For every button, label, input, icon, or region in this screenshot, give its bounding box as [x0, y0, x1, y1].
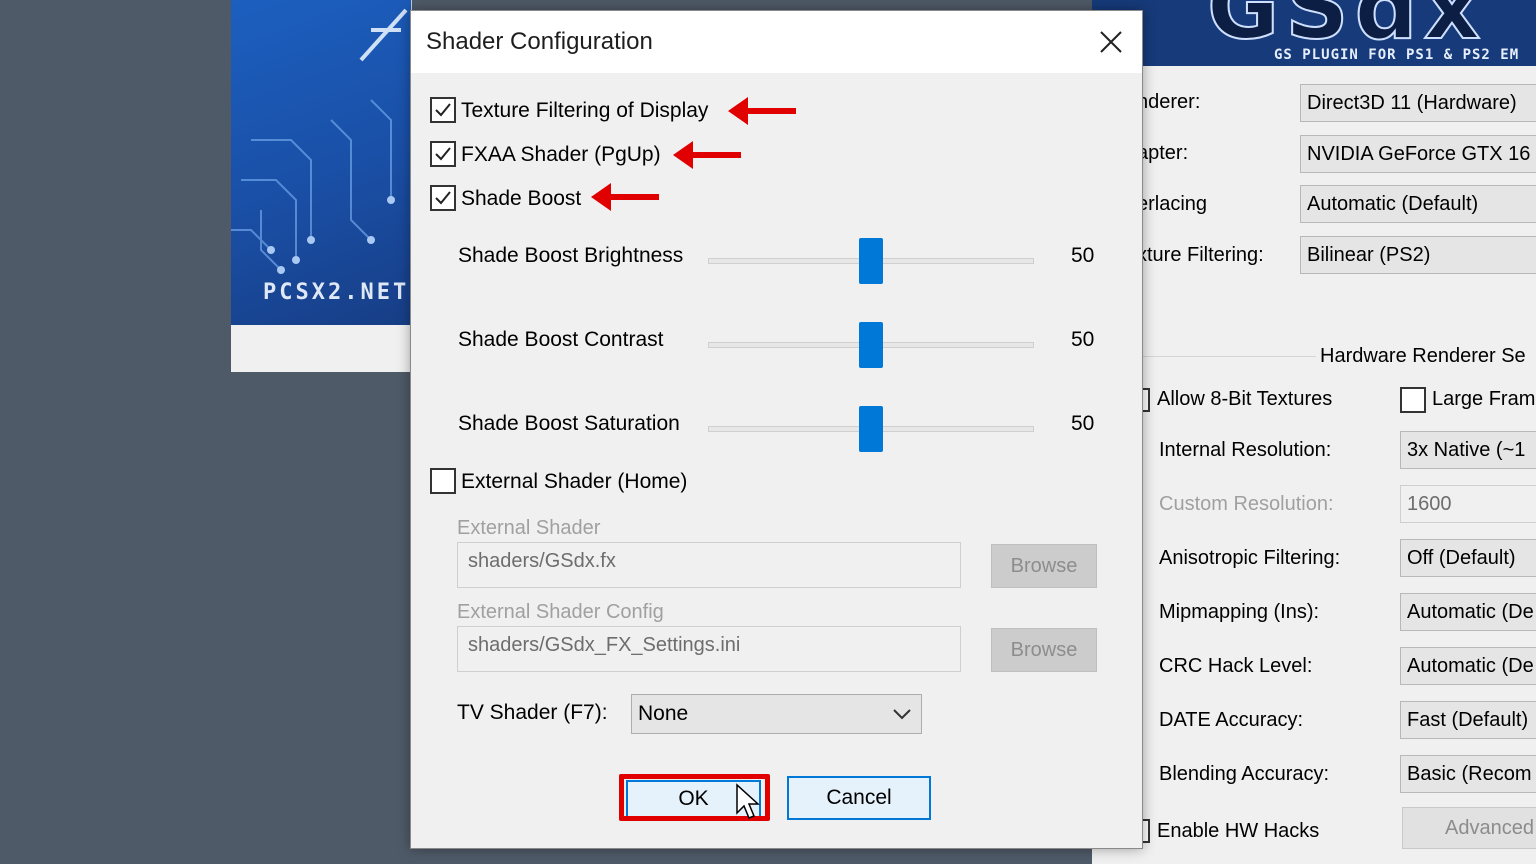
contrast-value: 50 [1071, 328, 1095, 351]
crc-hack-select[interactable]: Automatic (De [1400, 647, 1536, 685]
pcsx2-logo-text: PCSX2.NET [263, 280, 410, 305]
pcsx2-banner: PCSX2.NET [231, 0, 411, 325]
brightness-slider-thumb[interactable] [859, 238, 883, 284]
blending-accuracy-label: Blending Accuracy: [1159, 763, 1330, 785]
brightness-value: 50 [1071, 244, 1095, 267]
dialog-title: Shader Configuration [426, 28, 653, 55]
red-arrow-icon [673, 141, 741, 169]
dialog-titlebar: Shader Configuration [411, 11, 1142, 73]
adapter-select[interactable]: NVIDIA GeForce GTX 16 [1300, 135, 1536, 173]
contrast-slider-thumb[interactable] [859, 322, 883, 368]
shader-configuration-dialog: Shader Configuration Texture Filtering o… [410, 10, 1143, 849]
external-shader-input[interactable]: shaders/GSdx.fx [457, 542, 961, 588]
checkmark-icon [435, 147, 451, 161]
external-shader-checkbox[interactable] [430, 468, 456, 494]
adapter-label: apter: [1137, 142, 1189, 164]
red-arrow-icon [728, 97, 796, 125]
external-shader-toggle-label: External Shader (Home) [461, 470, 688, 493]
large-frame-label: Large Fram [1432, 388, 1536, 410]
checkmark-icon [435, 103, 451, 117]
browse-shader-button[interactable]: Browse [991, 544, 1097, 588]
date-accuracy-label: DATE Accuracy: [1159, 709, 1304, 731]
texture-filtering-display-checkbox[interactable] [430, 97, 456, 123]
circuit-graphic [231, 8, 408, 274]
external-shader-config-label: External Shader Config [457, 601, 664, 623]
anisotropic-select[interactable]: Off (Default) [1400, 539, 1536, 577]
date-accuracy-select[interactable]: Fast (Default) [1400, 701, 1536, 739]
texture-filtering-display-label: Texture Filtering of Display [461, 99, 709, 122]
advanced-button[interactable]: Advanced [1402, 807, 1536, 849]
texture-filtering-select[interactable]: Bilinear (PS2) [1300, 236, 1536, 274]
large-frame-checkbox[interactable] [1400, 387, 1426, 413]
mipmapping-label: Mipmapping (Ins): [1159, 601, 1320, 623]
blending-accuracy-select[interactable]: Basic (Recom [1400, 755, 1536, 793]
hardware-renderer-group-title: Hardware Renderer Se [1316, 345, 1530, 368]
checkmark-icon [435, 191, 451, 205]
shade-boost-label: Shade Boost [461, 187, 582, 210]
external-shader-config-input[interactable]: shaders/GSdx_FX_Settings.ini [457, 626, 961, 672]
tv-shader-select[interactable]: None [631, 694, 922, 734]
internal-resolution-select[interactable]: 3x Native (~1 [1400, 431, 1536, 469]
fxaa-shader-label: FXAA Shader (PgUp) [461, 143, 661, 166]
gsdx-banner: GSdx GS PLUGIN FOR PS1 & PS2 EM [1092, 0, 1536, 66]
renderer-select[interactable]: Direct3D 11 (Hardware) [1300, 84, 1536, 122]
chevron-down-icon [893, 709, 911, 720]
saturation-slider-thumb[interactable] [859, 406, 883, 452]
custom-resolution-field[interactable]: 1600 [1400, 485, 1536, 523]
texture-filtering-label: xture Filtering: [1137, 244, 1264, 266]
saturation-label: Shade Boost Saturation [458, 412, 680, 435]
gsdx-settings-window: GSdx GS PLUGIN FOR PS1 & PS2 EM nderer: … [1092, 0, 1536, 864]
renderer-label: nderer: [1137, 91, 1201, 113]
close-icon [1100, 31, 1122, 53]
external-shader-label: External Shader [457, 517, 601, 539]
saturation-value: 50 [1071, 412, 1095, 435]
pcsx2-window: PCSX2.NET [231, 0, 412, 372]
contrast-label: Shade Boost Contrast [458, 328, 664, 351]
shade-boost-checkbox[interactable] [430, 185, 456, 211]
browse-config-button[interactable]: Browse [991, 628, 1097, 672]
interlacing-label: erlacing [1137, 193, 1208, 215]
cancel-button[interactable]: Cancel [787, 776, 931, 820]
tv-shader-value: None [638, 702, 689, 725]
close-button[interactable] [1088, 19, 1134, 65]
brightness-label: Shade Boost Brightness [458, 244, 684, 267]
fxaa-shader-checkbox[interactable] [430, 141, 456, 167]
gsdx-subtitle: GS PLUGIN FOR PS1 & PS2 EM [1274, 47, 1520, 63]
interlacing-select[interactable]: Automatic (Default) [1300, 185, 1536, 223]
enable-hw-hacks-label: Enable HW Hacks [1157, 820, 1320, 842]
tv-shader-label: TV Shader (F7): [457, 701, 608, 724]
crc-hack-label: CRC Hack Level: [1159, 655, 1313, 677]
anisotropic-label: Anisotropic Filtering: [1159, 547, 1341, 569]
mouse-cursor-icon [736, 783, 760, 819]
red-arrow-icon [591, 183, 659, 211]
internal-resolution-label: Internal Resolution: [1159, 439, 1332, 461]
allow-8bit-label: Allow 8-Bit Textures [1157, 388, 1333, 410]
mipmapping-select[interactable]: Automatic (De [1400, 593, 1536, 631]
custom-resolution-label: Custom Resolution: [1159, 493, 1334, 515]
